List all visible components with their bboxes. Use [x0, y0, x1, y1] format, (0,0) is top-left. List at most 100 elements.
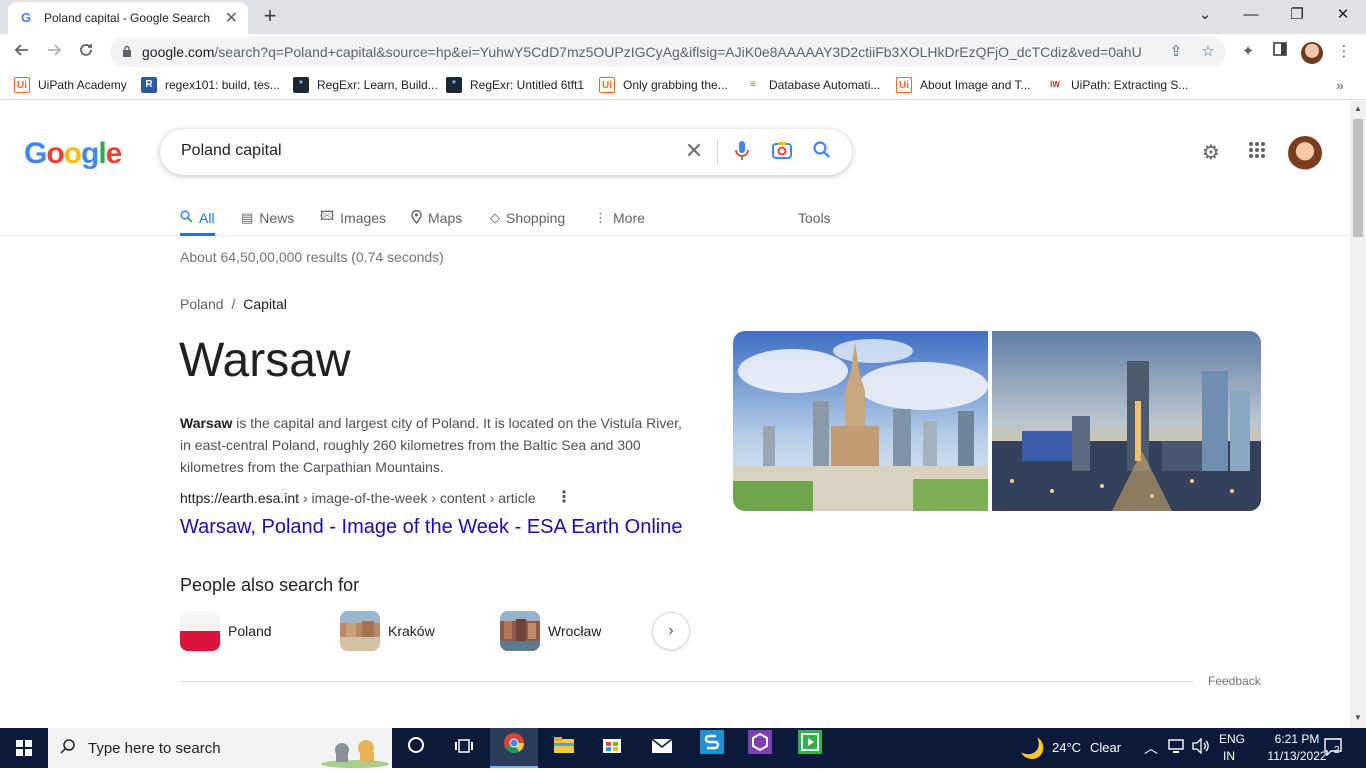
related-krakow[interactable]: Kraków: [340, 611, 435, 651]
google-account-avatar[interactable]: [1288, 136, 1322, 170]
address-bar[interactable]: google.com/search?q=Poland+capital&sourc…: [110, 37, 1226, 67]
tab-images[interactable]: 🖾 Images: [320, 203, 386, 233]
scroll-down-icon[interactable]: ▼: [1354, 713, 1362, 722]
description-bold: Warsaw: [180, 415, 233, 431]
scroll-up-icon[interactable]: ▲: [1354, 104, 1362, 113]
tab-label: All: [199, 210, 215, 226]
language-indicator[interactable]: ENG IN: [1219, 732, 1245, 763]
camera-lens-icon[interactable]: [770, 140, 794, 164]
chevron-up-icon[interactable]: ︿: [1144, 738, 1158, 758]
page-scrollbar[interactable]: ▲ ▼: [1350, 101, 1366, 728]
logo-letter: l: [98, 137, 106, 170]
bookmark-star-icon[interactable]: ☆: [1198, 42, 1218, 62]
microsoft-store-icon[interactable]: [588, 728, 636, 768]
extensions-puzzle-icon[interactable]: ✦: [1238, 42, 1258, 62]
chrome-menu-icon[interactable]: ⋮: [1334, 42, 1354, 62]
clock[interactable]: 6:21 PM 11/13/2022: [1266, 732, 1328, 763]
tab-search-button[interactable]: ⌄: [1182, 2, 1228, 30]
apps-grid-icon[interactable]: [1245, 141, 1269, 165]
tab-shopping[interactable]: ◇ Shopping: [490, 203, 565, 233]
tools-button[interactable]: Tools: [798, 203, 831, 233]
clock-date: 11/13/2022: [1267, 749, 1327, 763]
tab-maps[interactable]: Maps: [411, 203, 462, 233]
new-tab-button[interactable]: +: [258, 5, 282, 29]
voice-search-icon[interactable]: [730, 140, 754, 164]
search-input[interactable]: Poland capital: [181, 142, 282, 160]
related-label: Wrocław: [548, 623, 602, 639]
database-icon: ≡: [745, 77, 761, 93]
chrome-app-icon[interactable]: [490, 728, 538, 768]
warsaw-palace-image[interactable]: [733, 331, 988, 511]
uipath-assistant-icon[interactable]: [736, 728, 784, 768]
weather-condition[interactable]: Clear: [1090, 740, 1121, 755]
uipath-robot-icon[interactable]: [786, 728, 834, 768]
minimize-button[interactable]: —: [1228, 2, 1274, 30]
bookmark-only-grabbing[interactable]: Ui Only grabbing the...: [599, 76, 728, 94]
tab-title: Poland capital - Google Search: [44, 11, 211, 25]
bookmark-uipath-extracting[interactable]: IW UiPath: Extracting S...: [1047, 76, 1188, 94]
tab-news[interactable]: ▤ News: [241, 203, 294, 233]
url-path: /search?q=Poland+capital&source=hp&ei=Yu…: [214, 44, 1142, 60]
warsaw-skyline-image[interactable]: [992, 331, 1261, 511]
start-button[interactable]: [0, 728, 48, 768]
bookmark-uipath-academy[interactable]: Ui UiPath Academy: [14, 76, 127, 94]
taskbar-search[interactable]: Type here to search: [48, 728, 392, 768]
tab-label: Images: [340, 210, 387, 226]
side-panel-icon[interactable]: [1270, 42, 1290, 62]
forward-button[interactable]: [42, 40, 66, 64]
map-pin-icon: [411, 209, 422, 227]
more-vert-icon: ⋮: [594, 210, 607, 225]
google-logo[interactable]: Google: [24, 137, 122, 171]
network-icon[interactable]: [1168, 738, 1186, 757]
url-host: google.com: [142, 44, 215, 60]
uipath-icon: Ui: [599, 77, 615, 93]
profile-avatar[interactable]: [1301, 42, 1323, 64]
chevron-right-icon[interactable]: ›: [652, 612, 690, 650]
tab-all[interactable]: All: [180, 203, 215, 236]
result-title-link[interactable]: Warsaw, Poland - Image of the Week - ESA…: [180, 516, 682, 539]
windows-logo-icon: [16, 740, 32, 756]
tab-close-icon[interactable]: ✕: [225, 8, 238, 28]
bookmark-database-automation[interactable]: ≡ Database Automati...: [745, 76, 880, 94]
search-submit-icon[interactable]: [810, 140, 834, 164]
people-also-search-heading: People also search for: [180, 575, 360, 595]
uipath-studio-icon[interactable]: [688, 728, 736, 768]
feedback-link[interactable]: Feedback: [1208, 674, 1261, 688]
related-wroclaw[interactable]: Wrocław: [500, 611, 601, 651]
speaker-icon[interactable]: [1192, 737, 1210, 757]
file-explorer-icon[interactable]: [540, 728, 588, 768]
browser-tab[interactable]: G Poland capital - Google Search ✕: [8, 2, 248, 34]
task-view-icon[interactable]: [440, 728, 488, 768]
restore-button[interactable]: ❐: [1274, 2, 1320, 30]
lock-icon: [123, 45, 131, 57]
bookmark-label: Only grabbing the...: [623, 78, 728, 92]
close-window-button[interactable]: ✕: [1320, 2, 1366, 30]
result-menu-icon[interactable]: ⋮: [556, 489, 572, 509]
settings-gear-icon[interactable]: ⚙: [1199, 141, 1223, 165]
tab-label: News: [259, 210, 295, 226]
bookmark-regex101[interactable]: Rregex101: build, tes...: [141, 76, 280, 94]
bookmark-regexr-untitled[interactable]: * RegExr: Untitled 6tft1: [446, 76, 584, 94]
bookmark-label: RegExr: Learn, Build...: [317, 78, 438, 92]
breadcrumb-parent[interactable]: Poland: [180, 296, 224, 312]
bookmark-regexr-learn[interactable]: * RegExr: Learn, Build...: [293, 76, 438, 94]
notifications-icon[interactable]: 2: [1324, 738, 1344, 759]
clear-search-icon[interactable]: ✕: [682, 139, 706, 163]
moon-weather-icon[interactable]: 🌙: [1020, 736, 1045, 761]
back-button[interactable]: [10, 40, 34, 64]
share-icon[interactable]: ⇪: [1166, 42, 1186, 62]
weather-temp[interactable]: 24°C: [1052, 740, 1081, 755]
bookmark-about-image[interactable]: Ui About Image and T...: [896, 76, 1031, 94]
tab-more[interactable]: ⋮ More: [594, 203, 645, 233]
bookmark-label: RegExr: Untitled 6tft1: [470, 78, 585, 92]
notification-count: 2: [1334, 745, 1340, 756]
mail-icon[interactable]: [638, 728, 686, 768]
cortana-icon[interactable]: [392, 728, 440, 768]
scrollbar-thumb[interactable]: [1353, 119, 1363, 237]
bookmarks-overflow-icon[interactable]: »: [1336, 76, 1344, 94]
search-icon: [180, 210, 193, 226]
regexr-icon: *: [293, 77, 309, 93]
answer-description: Warsaw is the capital and largest city o…: [180, 412, 690, 478]
related-poland[interactable]: Poland: [180, 611, 272, 651]
reload-button[interactable]: [74, 40, 98, 64]
